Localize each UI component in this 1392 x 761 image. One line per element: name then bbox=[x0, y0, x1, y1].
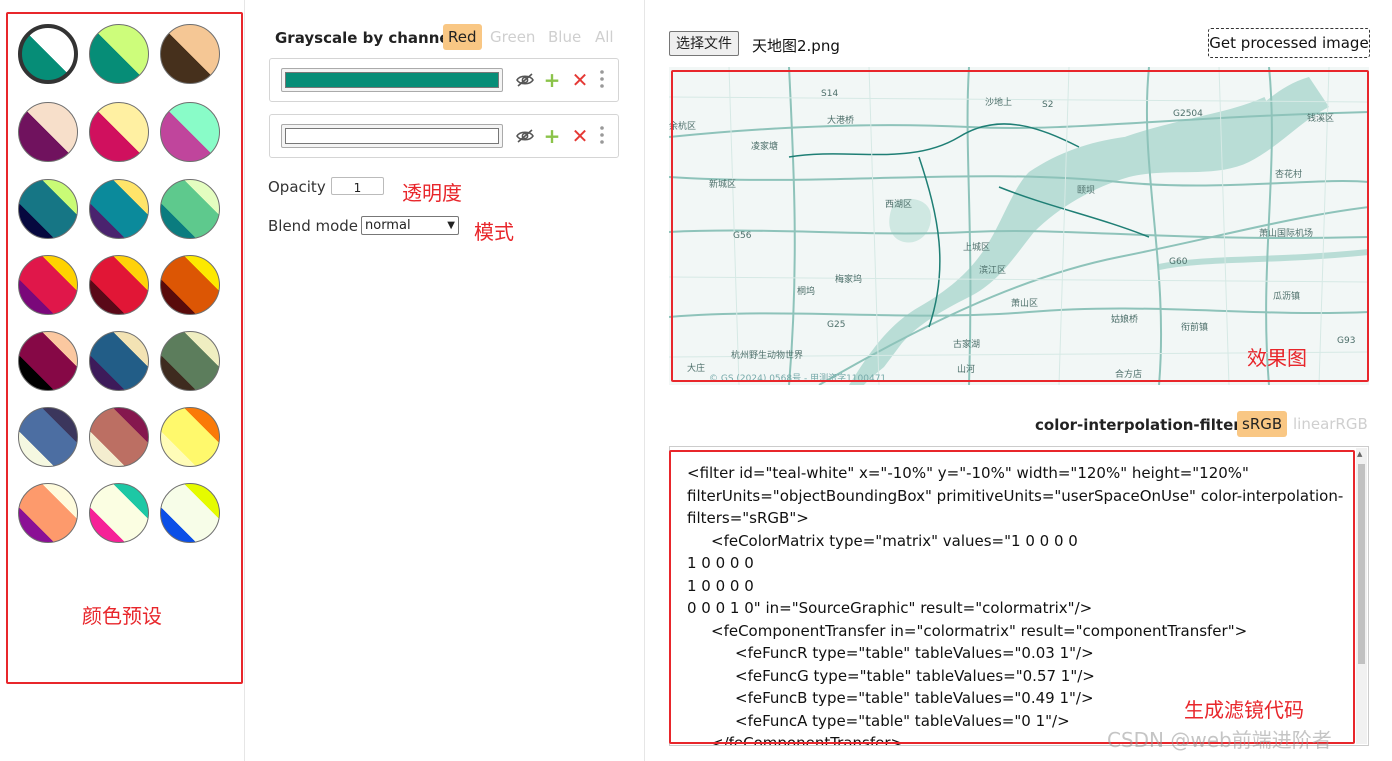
code-scrollbar[interactable]: ▲ bbox=[1356, 448, 1367, 744]
color-swatch[interactable] bbox=[281, 68, 503, 92]
opacity-annotation: 透明度 bbox=[402, 181, 462, 205]
blend-mode-select[interactable]: normal ▼ bbox=[361, 216, 459, 235]
column-divider bbox=[644, 0, 645, 761]
color-interpolation-label: color-interpolation-filters: bbox=[1035, 416, 1256, 434]
opacity-label: Opacity bbox=[268, 178, 326, 196]
grayscale-label: Grayscale by channel: bbox=[275, 29, 461, 47]
color-layer-row: + ✕ bbox=[269, 114, 619, 158]
visibility-toggle-icon[interactable] bbox=[514, 69, 536, 91]
color-layer-row: + ✕ bbox=[269, 58, 619, 102]
effect-annotation: 效果图 bbox=[1247, 346, 1307, 370]
blend-mode-label: Blend mode bbox=[268, 217, 359, 235]
grayscale-red-button[interactable]: Red bbox=[443, 24, 482, 50]
color-swatch-fill bbox=[285, 72, 499, 88]
code-annotation: 生成滤镜代码 bbox=[1184, 698, 1304, 722]
grayscale-all-button[interactable]: All bbox=[590, 24, 619, 50]
get-processed-image-button[interactable]: Get processed image bbox=[1208, 28, 1370, 58]
grayscale-blue-button[interactable]: Blue bbox=[543, 24, 586, 50]
color-swatch-fill bbox=[285, 128, 499, 144]
drag-handle-icon[interactable] bbox=[597, 125, 607, 147]
column-divider bbox=[244, 0, 245, 761]
watermark: CSDN @web前端进阶者 bbox=[1107, 728, 1332, 752]
visibility-toggle-icon[interactable] bbox=[514, 125, 536, 147]
mode-annotation: 模式 bbox=[474, 220, 514, 244]
delete-layer-icon[interactable]: ✕ bbox=[569, 69, 591, 91]
grayscale-green-button[interactable]: Green bbox=[485, 24, 540, 50]
cif-linearrgb-button[interactable]: linearRGB bbox=[1288, 411, 1373, 437]
presets-highlight-box bbox=[6, 12, 243, 684]
drag-handle-icon[interactable] bbox=[597, 69, 607, 91]
color-swatch[interactable] bbox=[281, 124, 503, 148]
cif-srgb-button[interactable]: sRGB bbox=[1237, 411, 1288, 437]
file-name: 天地图2.png bbox=[752, 37, 840, 55]
add-layer-icon[interactable]: + bbox=[541, 69, 563, 91]
scroll-up-icon[interactable]: ▲ bbox=[1357, 450, 1362, 458]
presets-annotation: 颜色预设 bbox=[82, 604, 162, 628]
delete-layer-icon[interactable]: ✕ bbox=[569, 125, 591, 147]
scroll-thumb[interactable] bbox=[1358, 464, 1365, 664]
opacity-input[interactable]: 1 bbox=[331, 177, 384, 195]
chevron-down-icon: ▼ bbox=[447, 220, 455, 231]
blend-mode-value: normal bbox=[365, 218, 411, 233]
choose-file-button[interactable]: 选择文件 bbox=[669, 31, 739, 56]
add-layer-icon[interactable]: + bbox=[541, 125, 563, 147]
effect-highlight-box bbox=[671, 70, 1369, 382]
